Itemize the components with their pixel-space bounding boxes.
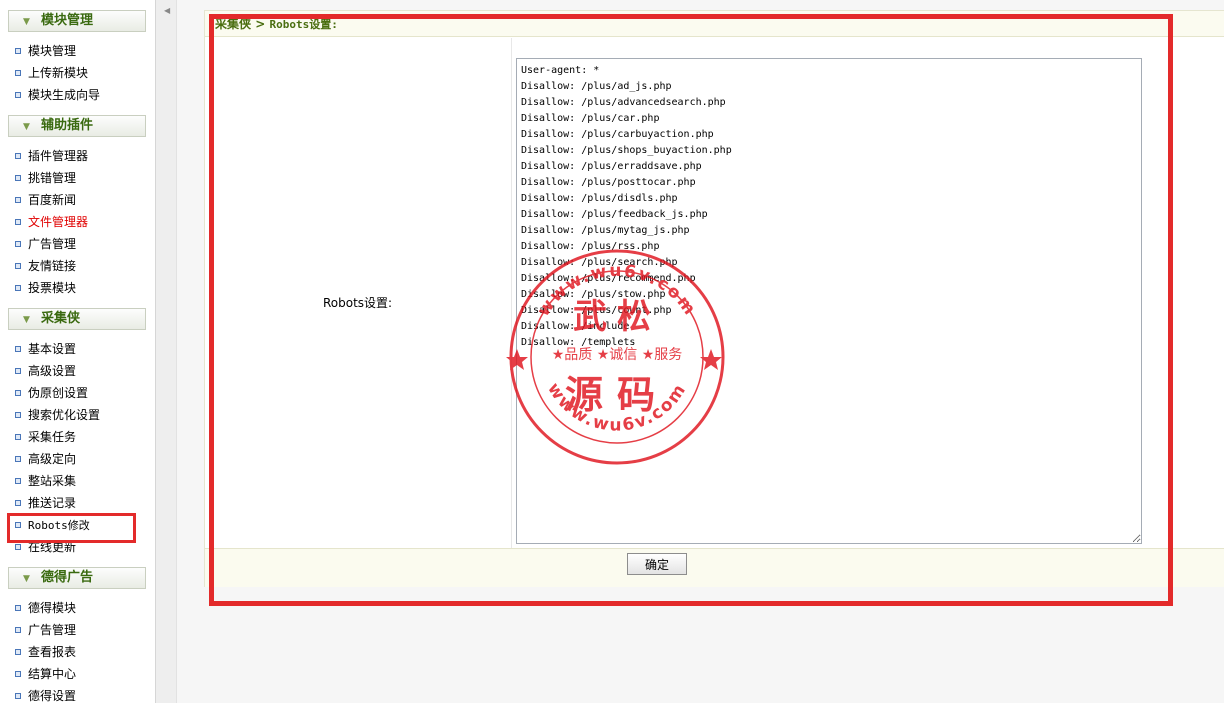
- bullet-icon: [15, 367, 21, 374]
- bullet-icon: [15, 433, 21, 440]
- bullet-icon: [15, 196, 21, 203]
- section-header-module[interactable]: ▼ 模块管理: [8, 10, 146, 32]
- bullet-icon: [15, 174, 21, 181]
- sidebar-item-dede-ad-manage[interactable]: 广告管理: [15, 620, 76, 640]
- sidebar-item-upload-module[interactable]: 上传新模块: [15, 63, 88, 83]
- bullet-icon: [15, 604, 21, 611]
- bullet-icon: [15, 477, 21, 484]
- bullet-icon: [15, 648, 21, 655]
- sidebar: ▼ 模块管理 模块管理 上传新模块 模块生成向导 ▼ 辅助插件 插件管理器 挑错管理…: [0, 0, 156, 703]
- bullet-icon: [15, 240, 21, 247]
- bullet-icon: [15, 455, 21, 462]
- sidebar-item-dede-module[interactable]: 德得模块: [15, 598, 76, 618]
- frame-gutter: ◀: [156, 0, 177, 703]
- main-area: ◀ 采集侠 > Robots设置: Robots设置: User-agent: …: [156, 0, 1224, 703]
- sidebar-item-collect-tasks[interactable]: 采集任务: [15, 427, 76, 447]
- bullet-icon: [15, 543, 21, 550]
- sidebar-item-pseudo-original[interactable]: 伪原创设置: [15, 383, 88, 403]
- sidebar-item-advanced-targeting[interactable]: 高级定向: [15, 449, 76, 469]
- sidebar-item-dede-settings[interactable]: 德得设置: [15, 686, 76, 703]
- bullet-icon: [15, 499, 21, 506]
- collapse-arrow-icon: ▼: [23, 574, 30, 584]
- sidebar-item-baidu-news[interactable]: 百度新闻: [15, 190, 76, 210]
- sidebar-item-push-records[interactable]: 推送记录: [15, 493, 76, 513]
- sidebar-item-vote-module[interactable]: 投票模块: [15, 278, 76, 298]
- bullet-icon: [15, 91, 21, 98]
- collapse-arrow-icon: ▼: [23, 315, 30, 325]
- sidebar-item-error-report[interactable]: 挑错管理: [15, 168, 76, 188]
- content-highlight-box: [209, 14, 1173, 606]
- bullet-icon: [15, 626, 21, 633]
- bullet-icon: [15, 692, 21, 699]
- sidebar-item-friend-links[interactable]: 友情链接: [15, 256, 76, 276]
- sidebar-item-site-collect[interactable]: 整站采集: [15, 471, 76, 491]
- sidebar-item-plugin-manager[interactable]: 插件管理器: [15, 146, 88, 166]
- bullet-icon: [15, 411, 21, 418]
- sidebar-item-module-wizard[interactable]: 模块生成向导: [15, 85, 100, 105]
- bullet-icon: [15, 152, 21, 159]
- sidebar-item-settlement[interactable]: 结算中心: [15, 664, 76, 684]
- sidebar-item-ad-manage[interactable]: 广告管理: [15, 234, 76, 254]
- bullet-icon: [15, 218, 21, 225]
- bullet-icon: [15, 389, 21, 396]
- bullet-icon: [15, 69, 21, 76]
- bullet-icon: [15, 284, 21, 291]
- sidebar-item-file-manager[interactable]: 文件管理器: [15, 212, 88, 232]
- frame-toggle-icon[interactable]: ◀: [164, 6, 170, 15]
- bullet-icon: [15, 47, 21, 54]
- sidebar-item-module-manage[interactable]: 模块管理: [15, 41, 76, 61]
- sidebar-item-seo-settings[interactable]: 搜索优化设置: [15, 405, 100, 425]
- sidebar-item-advanced-settings[interactable]: 高级设置: [15, 361, 76, 381]
- section-header-dede-ads[interactable]: ▼ 德得广告: [8, 567, 146, 589]
- section-header-collector[interactable]: ▼ 采集侠: [8, 308, 146, 330]
- bullet-icon: [15, 345, 21, 352]
- collapse-arrow-icon: ▼: [23, 17, 30, 27]
- bullet-icon: [15, 262, 21, 269]
- bullet-icon: [15, 670, 21, 677]
- section-header-plugins[interactable]: ▼ 辅助插件: [8, 115, 146, 137]
- sidebar-item-basic-settings[interactable]: 基本设置: [15, 339, 76, 359]
- collapse-arrow-icon: ▼: [23, 122, 30, 132]
- sidebar-item-view-reports[interactable]: 查看报表: [15, 642, 76, 662]
- robots-item-highlight: [7, 513, 136, 543]
